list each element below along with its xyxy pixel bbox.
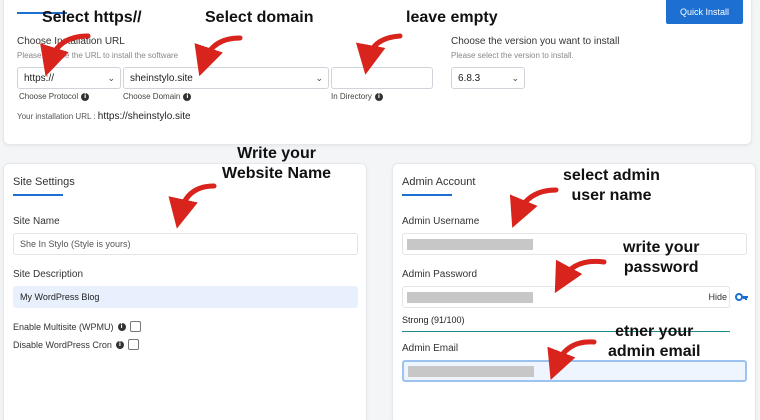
install-url-row: Your installation URL : https://sheinsty… (17, 111, 191, 122)
admin-email-label: Admin Email (402, 343, 459, 354)
protocol-value: https:// (24, 72, 55, 84)
site-desc-label: Site Description (13, 269, 84, 280)
annotation-write-name: Write your Website Name (222, 144, 331, 184)
key-icon[interactable] (735, 291, 749, 303)
install-url-label: Your installation URL : (17, 112, 96, 121)
domain-caption-text: Choose Domain (123, 92, 181, 101)
cron-checkbox[interactable] (127, 339, 139, 350)
version-label: Choose the version you want to install (451, 36, 620, 47)
site-desc-input[interactable]: My WordPress Blog (13, 286, 358, 308)
directory-input[interactable] (331, 67, 433, 89)
admin-password-input[interactable]: Hide (402, 286, 730, 308)
info-icon[interactable]: i (81, 92, 90, 101)
annotation-enter-email-line2: admin email (608, 343, 701, 360)
chevron-down-icon: ⌄ (315, 73, 323, 83)
directory-caption-text: In Directory (331, 92, 372, 101)
info-icon[interactable]: i (374, 92, 383, 101)
protocol-select[interactable]: https:// ⌄ (17, 67, 121, 89)
site-name-input[interactable]: She In Stylo (Style is yours) (13, 233, 358, 255)
annotation-select-https: Select https// (42, 9, 142, 26)
multisite-checkbox[interactable] (129, 321, 141, 332)
annotation-leave-empty: leave empty (406, 9, 498, 26)
annotation-select-domain: Select domain (205, 9, 314, 26)
annotation-enter-email-line1: etner your (615, 323, 694, 340)
admin-password-label: Admin Password (402, 269, 478, 280)
annotation-write-name-line2: Website Name (222, 165, 332, 182)
chevron-down-icon: ⌄ (511, 73, 519, 83)
annotation-write-password: write your password (623, 238, 699, 278)
admin-account-title: Admin Account (402, 176, 476, 188)
admin-email-input[interactable] (402, 360, 747, 382)
hide-password-button[interactable]: Hide (708, 292, 727, 302)
domain-caption: Choose Domain i (123, 92, 192, 101)
domain-value: sheinstylo.site (130, 72, 193, 84)
annotation-select-admin: select admin user name (563, 166, 660, 206)
choose-url-label: Choose Installation URL (17, 36, 125, 47)
info-icon[interactable]: i (183, 92, 192, 101)
site-settings-title: Site Settings (13, 176, 75, 188)
password-strength-label: Strong (91/100) (402, 315, 465, 325)
site-settings-underline (13, 194, 63, 196)
multisite-label: Enable Multisite (WPMU) (13, 321, 114, 332)
install-url-value: https://sheinstylo.site (97, 111, 191, 122)
protocol-caption: Choose Protocol i (19, 92, 90, 101)
directory-caption: In Directory i (331, 92, 383, 101)
domain-select[interactable]: sheinstylo.site ⌄ (123, 67, 329, 89)
quick-install-button[interactable]: Quick Install (666, 0, 743, 24)
protocol-caption-text: Choose Protocol (19, 92, 79, 101)
admin-account-underline (402, 194, 452, 196)
annotation-write-password-line1: write your (623, 239, 700, 256)
cron-row: Disable WordPress Cron i (13, 339, 139, 350)
redacted-password (407, 292, 533, 303)
version-select[interactable]: 6.8.3 ⌄ (451, 67, 525, 89)
admin-username-label: Admin Username (402, 216, 480, 227)
annotation-select-admin-line1: select admin (563, 167, 660, 184)
redacted-username (407, 239, 533, 250)
cron-label: Disable WordPress Cron (13, 339, 112, 350)
redacted-email (408, 366, 534, 377)
multisite-row: Enable Multisite (WPMU) i (13, 321, 141, 332)
site-name-label: Site Name (13, 216, 60, 227)
annotation-write-password-line2: password (623, 259, 699, 276)
choose-url-hint: Please choose the URL to install the sof… (17, 51, 179, 60)
annotation-write-name-line1: Write your (237, 145, 316, 162)
version-value: 6.8.3 (458, 72, 481, 84)
info-icon[interactable]: i (115, 340, 124, 349)
version-hint: Please select the version to install. (451, 51, 574, 60)
chevron-down-icon: ⌄ (107, 73, 115, 83)
info-icon[interactable]: i (117, 322, 126, 331)
annotation-select-admin-line2: user name (571, 187, 652, 204)
annotation-enter-email: etner your admin email (608, 322, 700, 362)
